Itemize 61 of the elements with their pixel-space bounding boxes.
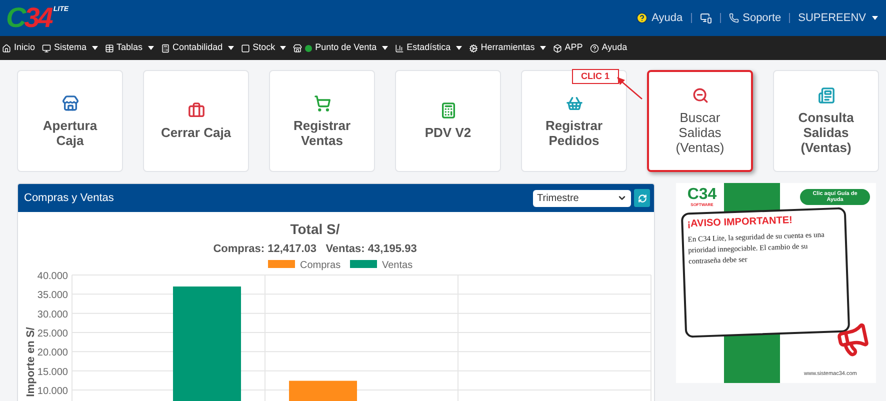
bar-chart-icon: [394, 44, 404, 52]
refresh-button[interactable]: [634, 189, 650, 207]
phone-icon: [728, 13, 739, 23]
gear-icon: [468, 44, 478, 52]
panel-title: Compras y Ventas: [24, 190, 114, 206]
nav-item[interactable]: Inicio: [2, 41, 36, 55]
nav-item[interactable]: Tablas: [104, 41, 154, 55]
y-tick-label: 30.000: [37, 309, 68, 320]
notice-heading: ¡AVISO IMPORTANTE!: [687, 214, 794, 231]
legend-label: Compras: [300, 260, 341, 271]
nav-item[interactable]: Contabilidad: [160, 41, 234, 55]
y-tick-label: 20.000: [37, 348, 68, 359]
y-axis-label: Importe en S/: [25, 327, 37, 397]
shortcut-card[interactable]: Consulta Salidas (Ventas): [773, 70, 879, 172]
nav-item[interactable]: Stock: [240, 41, 286, 55]
shortcut-card[interactable]: Registrar Ventas: [269, 70, 375, 172]
monitor-icon: [700, 12, 712, 24]
cube-icon: [552, 44, 562, 52]
refresh-icon: [638, 194, 646, 202]
callout-label: CLIC 1: [572, 69, 619, 84]
y-tick-label: 15.000: [37, 366, 68, 378]
bar: [289, 380, 357, 401]
top-link[interactable]: Soporte: [728, 10, 782, 26]
chevron-down-icon: [617, 193, 627, 203]
screen-link[interactable]: [700, 12, 712, 24]
cart-icon: [314, 94, 330, 112]
legend-label: Ventas: [382, 260, 413, 271]
callout-arrow: [616, 76, 644, 101]
basket-icon: [566, 94, 582, 112]
table-icon: [104, 44, 114, 52]
shortcut-card[interactable]: Buscar Salidas (Ventas): [647, 70, 753, 172]
list-icon: [818, 87, 834, 104]
store-icon: [62, 94, 78, 112]
chart-subtitle: Compras: 12,417.03 Ventas: 43,195.93: [213, 243, 417, 255]
zoom-out-icon: [692, 87, 708, 104]
y-tick-label: 40.000: [37, 271, 68, 282]
shortcut-card[interactable]: Apertura Caja: [17, 70, 123, 172]
user-menu[interactable]: SUPEREENV: [798, 10, 878, 26]
y-tick-label: 10.000: [37, 386, 68, 397]
nav-item[interactable]: Sistema: [42, 41, 98, 55]
calculator-icon: [160, 44, 170, 52]
top-link[interactable]: Ayuda: [636, 10, 683, 26]
nav-item[interactable]: Ayuda: [590, 41, 628, 55]
period-select[interactable]: Trimestre: [533, 190, 631, 206]
y-tick-label: 35.000: [37, 290, 68, 302]
cash-register-icon: [440, 102, 456, 119]
shortcut-card[interactable]: PDV V2: [395, 70, 501, 172]
nav-item[interactable]: APP: [552, 41, 583, 55]
help-icon: [590, 44, 599, 52]
chart-title: Total S/: [290, 221, 340, 237]
help-icon: [636, 12, 648, 24]
monitor-icon: [42, 44, 52, 52]
y-tick-label: 25.000: [37, 328, 68, 340]
home-icon: [2, 44, 11, 52]
nav-item[interactable]: Punto de Venta: [293, 41, 388, 55]
square-icon: [240, 44, 250, 52]
shortcut-card[interactable]: Cerrar Caja: [143, 70, 249, 172]
store-icon: [293, 44, 302, 52]
nav-item[interactable]: Estadística: [394, 41, 462, 55]
nav-item[interactable]: Herramientas: [468, 41, 546, 55]
briefcase-icon: [188, 102, 204, 119]
